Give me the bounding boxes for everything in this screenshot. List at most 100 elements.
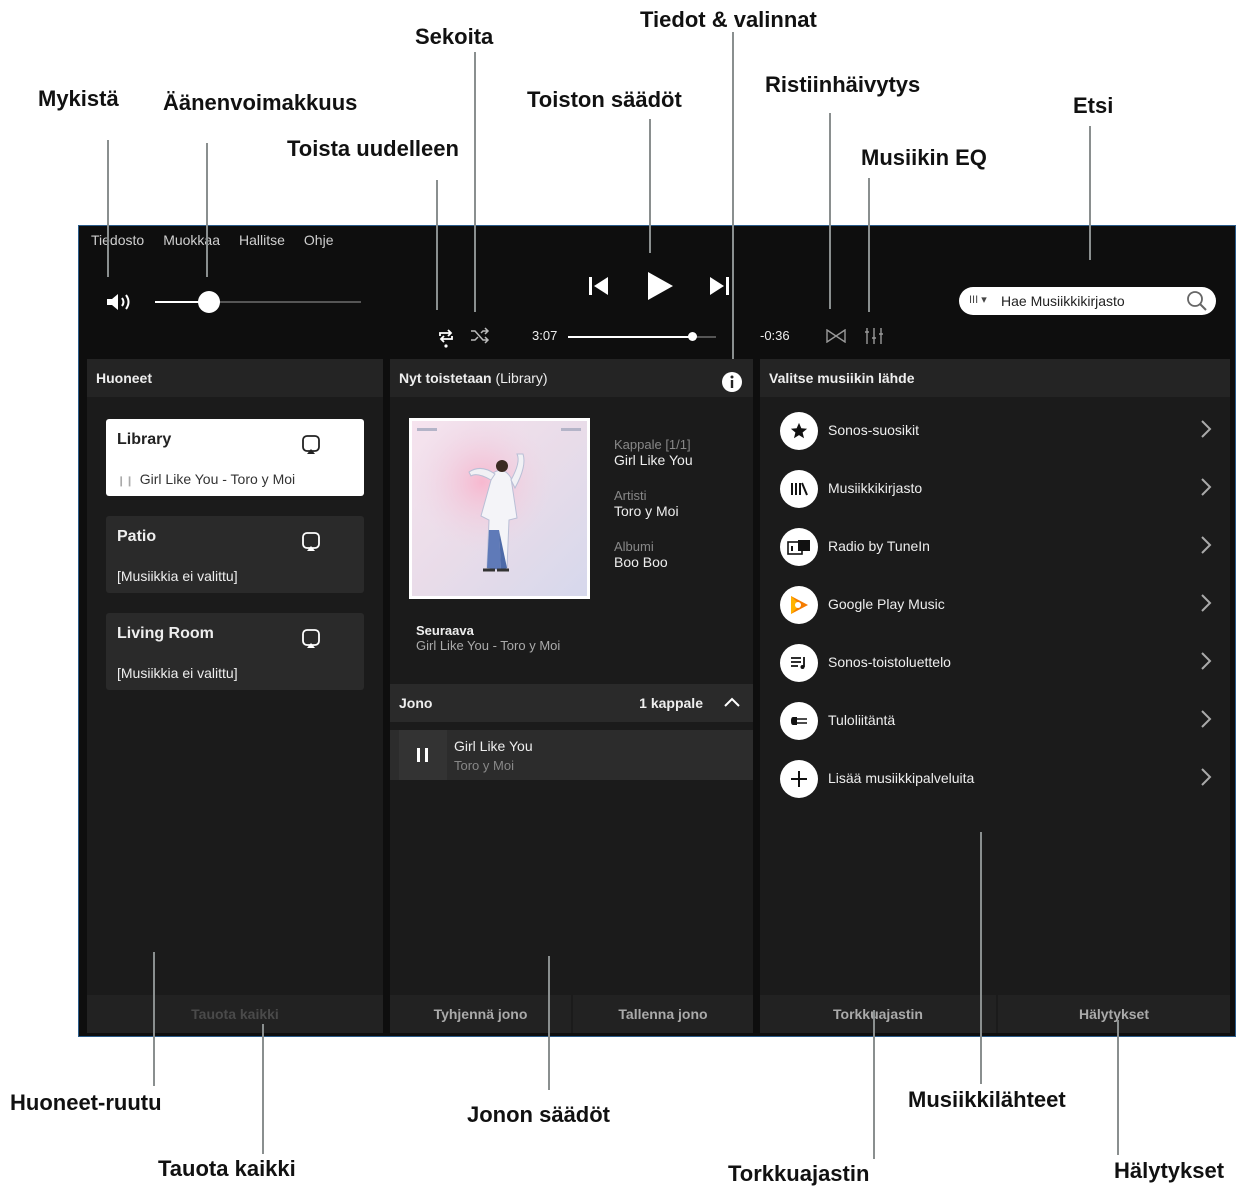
source-music-library[interactable]: Musiikkikirjasto: [780, 457, 1230, 515]
callout-line-music-sources: [980, 832, 982, 1084]
next-track: Girl Like You - Toro y Moi: [416, 638, 561, 653]
chevron-right-icon: [1200, 651, 1212, 676]
callout-line-eq: [868, 178, 870, 312]
track-label: Kappale [1/1]: [614, 437, 691, 452]
callout-eq: Musiikin EQ: [861, 145, 987, 170]
group-icon[interactable]: [302, 629, 320, 654]
search-input[interactable]: III ▾ Hae Musiikkikirjasto: [959, 287, 1216, 315]
plus-icon: [780, 760, 818, 798]
save-queue-button[interactable]: Tallenna jono: [573, 995, 753, 1033]
callout-rooms-pane: Huoneet-ruutu: [10, 1090, 162, 1115]
callout-mute: Mykistä: [38, 86, 119, 111]
callout-pause-all: Tauota kaikki: [158, 1156, 296, 1181]
source-label: Radio by TuneIn: [828, 538, 930, 554]
progress-knob[interactable]: [688, 332, 698, 341]
library-icon: [780, 470, 818, 508]
sleep-timer-button[interactable]: Torkkuajastin: [760, 995, 996, 1033]
callout-crossfade: Ristiinhäivytys: [765, 72, 921, 97]
callout-queue-controls: Jonon säädöt: [467, 1102, 611, 1127]
play-icon[interactable]: [645, 270, 675, 307]
next-icon[interactable]: [707, 274, 731, 303]
source-sonos-favorites[interactable]: Sonos-suosikit: [780, 399, 1230, 457]
callout-search: Etsi: [1073, 93, 1114, 118]
callout-line-pause-all: [262, 1024, 264, 1154]
source-add-services[interactable]: Lisää musiikkipalveluita: [780, 747, 1230, 805]
queue-header[interactable]: Jono 1 kappale: [390, 684, 753, 722]
menu-manage[interactable]: Hallitse: [239, 232, 285, 248]
shuffle-icon[interactable]: [470, 327, 490, 350]
source-label: Lisää musiikkipalveluita: [828, 770, 975, 786]
callout-line-mute: [107, 140, 109, 277]
progress-bar[interactable]: [568, 332, 716, 341]
callout-playback: Toiston säädöt: [527, 87, 682, 112]
speaker-icon[interactable]: [105, 292, 135, 317]
queue-item[interactable]: Girl Like You Toro y Moi: [390, 730, 753, 780]
remaining-time: -0:36: [760, 328, 790, 343]
album-art: [409, 418, 590, 599]
search-icon[interactable]: [1186, 290, 1208, 315]
callout-sleep-timer: Torkkuajastin: [728, 1161, 870, 1186]
room-status: [Musiikkia ei valittu]: [117, 665, 238, 681]
music-sources-pane: Valitse musiikin lähde Sonos-suosikit Mu…: [760, 359, 1230, 1033]
chevron-right-icon: [1200, 593, 1212, 618]
callout-line-queue-controls: [548, 956, 550, 1090]
callout-line-volume: [206, 143, 208, 277]
tunein-icon: [780, 528, 818, 566]
menu-edit[interactable]: Muokkaa: [163, 232, 220, 248]
previous-icon[interactable]: [587, 274, 611, 303]
chevron-right-icon: [1200, 535, 1212, 560]
callout-music-sources: Musiikkilähteet: [908, 1087, 1066, 1112]
star-icon: [780, 412, 818, 450]
room-card-library[interactable]: Library ❙❙ Girl Like You - Toro y Moi: [106, 419, 364, 496]
info-icon[interactable]: [722, 368, 742, 406]
volume-slider[interactable]: [155, 291, 361, 313]
track-metadata: Kappale [1/1] Girl Like You Artisti Toro…: [614, 437, 693, 570]
queue-title: Jono: [399, 695, 433, 711]
source-tunein[interactable]: Radio by TuneIn: [780, 515, 1230, 573]
elapsed-time: 3:07: [532, 328, 558, 343]
chevron-right-icon: [1200, 477, 1212, 502]
crossfade-icon[interactable]: [826, 328, 846, 348]
menu-file[interactable]: Tiedosto: [91, 232, 144, 248]
chevron-right-icon: [1200, 419, 1212, 444]
queue-item-artist: Toro y Moi: [454, 758, 514, 773]
source-label: Musiikkikirjasto: [828, 480, 923, 496]
now-playing-title: Nyt toistetaan: [399, 370, 492, 386]
callout-line-sleep-timer: [873, 1010, 875, 1159]
alarms-button[interactable]: Hälytykset: [998, 995, 1230, 1033]
menu-help[interactable]: Ohje: [304, 232, 334, 248]
queue-pause-button[interactable]: [399, 730, 447, 780]
album-label: Albumi: [614, 539, 654, 554]
room-status: ❙❙ Girl Like You - Toro y Moi: [117, 471, 296, 487]
callout-line-playback: [649, 119, 651, 253]
now-playing-pane: Nyt toistetaan (Library) Kappale [1/1] G…: [390, 359, 753, 1033]
volume-knob[interactable]: [197, 291, 220, 313]
room-status: [Musiikkia ei valittu]: [117, 568, 238, 584]
callout-alarms: Hälytykset: [1114, 1158, 1225, 1183]
group-icon[interactable]: [302, 435, 320, 460]
chevron-right-icon: [1200, 767, 1212, 792]
playlist-icon: [780, 644, 818, 682]
source-line-in[interactable]: Tuloliitäntä: [780, 689, 1230, 747]
source-sonos-playlist[interactable]: Sonos-toistoluettelo: [780, 631, 1230, 689]
room-card-patio[interactable]: Patio [Musiikkia ei valittu]: [106, 516, 364, 593]
equalizer-icon[interactable]: [864, 327, 884, 350]
callout-line-shuffle: [474, 52, 476, 312]
rooms-pane: Huoneet Library ❙❙ Girl Like You - Toro y…: [87, 359, 383, 1033]
search-source-label: III: [969, 294, 979, 306]
queue-item-title: Girl Like You: [454, 738, 533, 754]
pause-all-button[interactable]: Tauota kaikki: [87, 995, 383, 1033]
room-name: Living Room: [117, 625, 214, 642]
room-card-living-room[interactable]: Living Room [Musiikkia ei valittu]: [106, 613, 364, 690]
clear-queue-button[interactable]: Tyhjennä jono: [390, 995, 571, 1033]
search-source-selector[interactable]: III ▾: [969, 293, 987, 306]
callout-line-info: [732, 32, 734, 359]
progress-fill: [568, 336, 693, 338]
source-google-play[interactable]: Google Play Music: [780, 573, 1230, 631]
pause-indicator-icon: ❙❙: [117, 476, 134, 487]
repeat-icon[interactable]: [436, 327, 456, 354]
group-icon[interactable]: [302, 532, 320, 557]
collapse-icon[interactable]: [723, 695, 741, 713]
callout-line-alarms: [1117, 1020, 1119, 1155]
callout-volume: Äänenvoimakkuus: [163, 90, 358, 115]
